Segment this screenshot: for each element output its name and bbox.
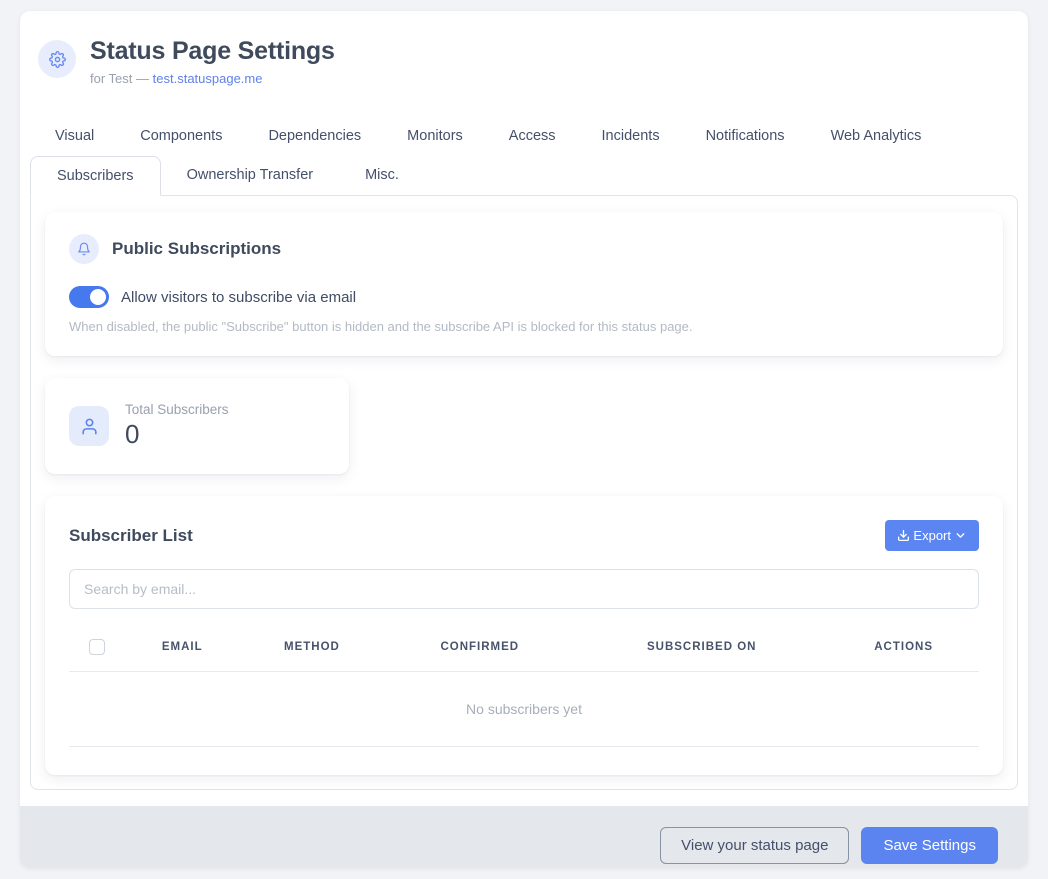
subscribe-hint-text: When disabled, the public "Subscribe" bu…	[69, 319, 979, 334]
tab-misc[interactable]: Misc.	[339, 156, 425, 195]
card-body: Status Page Settings for Test — test.sta…	[20, 11, 1028, 806]
page-header: Status Page Settings for Test — test.sta…	[30, 37, 1018, 86]
export-button-label: Export	[913, 528, 951, 543]
table-header-row: EMAIL METHOD CONFIRMED SUBSCRIBED ON ACT…	[69, 623, 979, 672]
subscribers-table: EMAIL METHOD CONFIRMED SUBSCRIBED ON ACT…	[69, 623, 979, 747]
search-input[interactable]	[69, 569, 979, 609]
gear-icon	[38, 40, 76, 78]
card-footer: View your status page Save Settings	[20, 806, 1028, 868]
column-subscribed-on: SUBSCRIBED ON	[575, 623, 828, 672]
tab-subscribers[interactable]: Subscribers	[30, 156, 161, 196]
subscribers-panel: Public Subscriptions Allow visitors to s…	[30, 195, 1018, 790]
total-subscribers-card: Total Subscribers 0	[45, 378, 349, 474]
tab-web-analytics[interactable]: Web Analytics	[808, 116, 945, 156]
total-subscribers-text: Total Subscribers 0	[125, 402, 229, 450]
user-icon	[69, 406, 109, 446]
subscriber-list-header: Subscriber List Export	[69, 520, 979, 551]
tab-incidents[interactable]: Incidents	[579, 116, 683, 156]
tab-monitors[interactable]: Monitors	[384, 116, 486, 156]
tab-ownership-transfer[interactable]: Ownership Transfer	[161, 156, 340, 195]
page-subtitle: for Test — test.statuspage.me	[90, 71, 335, 86]
export-button[interactable]: Export	[885, 520, 979, 551]
public-subscriptions-card: Public Subscriptions Allow visitors to s…	[45, 212, 1003, 356]
bell-icon	[69, 234, 99, 264]
subscriber-list-title: Subscriber List	[69, 526, 193, 546]
tab-components[interactable]: Components	[117, 116, 245, 156]
status-page-link[interactable]: test.statuspage.me	[153, 71, 263, 86]
tabs-row-2: Subscribers Ownership Transfer Misc.	[30, 156, 1018, 195]
empty-state-row: No subscribers yet	[69, 672, 979, 747]
page-header-text: Status Page Settings for Test — test.sta…	[90, 37, 335, 86]
public-subscriptions-header: Public Subscriptions	[69, 234, 979, 264]
view-status-page-button[interactable]: View your status page	[660, 827, 849, 864]
empty-state-text: No subscribers yet	[69, 672, 979, 747]
select-all-checkbox[interactable]	[89, 639, 105, 655]
column-email: EMAIL	[125, 623, 240, 672]
tabs-row-1: Visual Components Dependencies Monitors …	[30, 116, 1018, 156]
page-title: Status Page Settings	[90, 37, 335, 66]
save-settings-button[interactable]: Save Settings	[861, 827, 998, 864]
toggle-knob	[90, 289, 106, 305]
column-confirmed: CONFIRMED	[384, 623, 575, 672]
column-actions: ACTIONS	[828, 623, 979, 672]
total-subscribers-value: 0	[125, 419, 229, 450]
tab-visual[interactable]: Visual	[32, 116, 117, 156]
column-method: METHOD	[240, 623, 385, 672]
table-footer-space	[69, 747, 979, 773]
public-subscriptions-title: Public Subscriptions	[112, 239, 281, 259]
tab-notifications[interactable]: Notifications	[683, 116, 808, 156]
subscribe-toggle-row: Allow visitors to subscribe via email	[69, 286, 979, 308]
subtitle-prefix: for Test —	[90, 71, 149, 86]
settings-card: Status Page Settings for Test — test.sta…	[20, 11, 1028, 868]
subscriber-list-card: Subscriber List Export	[45, 496, 1003, 775]
tab-access[interactable]: Access	[486, 116, 579, 156]
chevron-down-icon	[954, 529, 967, 542]
tab-dependencies[interactable]: Dependencies	[245, 116, 384, 156]
subscribe-toggle[interactable]	[69, 286, 109, 308]
download-icon	[897, 529, 910, 542]
total-subscribers-label: Total Subscribers	[125, 402, 229, 417]
subscribe-toggle-label: Allow visitors to subscribe via email	[121, 289, 356, 306]
